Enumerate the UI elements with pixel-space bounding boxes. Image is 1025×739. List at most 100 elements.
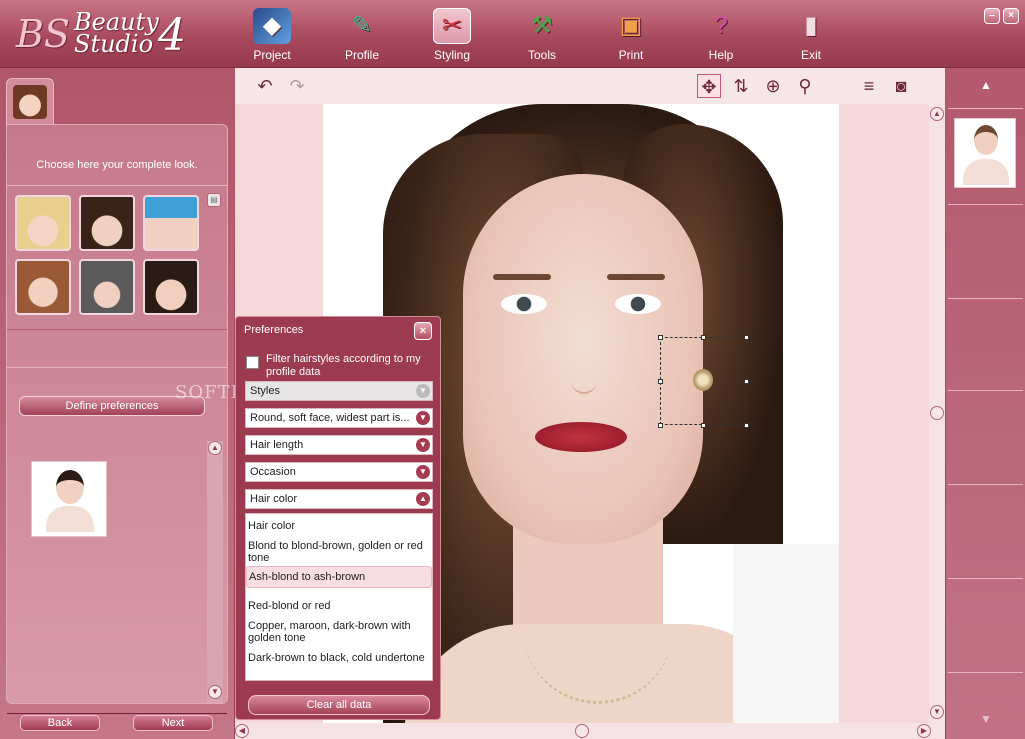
swap-icon[interactable]: ⇅ <box>729 74 753 98</box>
nav-exit-button[interactable]: ▮ Exit <box>781 6 841 64</box>
zoom-icon[interactable]: ⚲ <box>793 74 817 98</box>
hair-accessory-icon <box>145 261 197 313</box>
look-heading: Choose here your complete look. <box>36 159 198 171</box>
cap-icon <box>145 197 197 249</box>
hair-color-options-list: Hair color Blond to blond-brown, golden … <box>245 513 433 681</box>
filter-checkbox[interactable] <box>246 356 259 369</box>
nav-styling-button[interactable]: ✂ Styling <box>422 6 482 64</box>
scroll-thumb[interactable] <box>575 724 589 738</box>
list-item[interactable]: Copper, maroon, dark-brown with golden t… <box>246 620 432 644</box>
redo-icon[interactable]: ↷ <box>285 74 309 98</box>
chevron-down-icon: ▼ <box>416 411 430 425</box>
scroll-up-icon[interactable]: ▲ <box>976 78 996 92</box>
chevron-down-icon: ▼ <box>416 465 430 479</box>
canvas-vertical-scrollbar[interactable]: ▲ ▼ <box>929 104 945 723</box>
look-thumb-hairstyle[interactable] <box>15 195 71 251</box>
close-icon[interactable]: × <box>414 322 432 340</box>
thumb-head-icon <box>974 125 998 155</box>
logo-word-studio: Studio <box>74 30 154 58</box>
hair-length-dropdown[interactable]: Hair length ▼ <box>245 435 433 455</box>
chevron-down-icon: ▼ <box>416 438 430 452</box>
close-window-icon[interactable]: × <box>1003 8 1019 24</box>
list-item[interactable]: Blond to blond-brown, golden or red tone <box>246 540 432 564</box>
scroll-grid-icon[interactable]: ▤ <box>207 193 221 207</box>
face-shape-dropdown[interactable]: Round, soft face, widest part is... ▼ <box>245 408 433 428</box>
nav-print-button[interactable]: ▣ Print <box>601 6 661 64</box>
resize-handle[interactable] <box>658 335 663 340</box>
dropdown-value: Hair color <box>250 493 298 505</box>
minimize-icon[interactable]: – <box>984 8 1000 24</box>
list-item[interactable]: Dark-brown to black, cold undertone <box>246 652 432 664</box>
left-eye <box>501 294 547 314</box>
look-thumb-makeup[interactable] <box>15 259 71 315</box>
styles-dropdown: Styles ▼ <box>245 381 433 401</box>
scroll-up-icon[interactable]: ▲ <box>930 107 944 121</box>
nav-styling-label: Styling <box>433 48 471 62</box>
camera-icon[interactable]: ◙ <box>889 74 913 98</box>
makeup-icon <box>17 261 69 313</box>
hair-color-dropdown[interactable]: Hair color ▲ <box>245 489 433 509</box>
look-thumb-veil[interactable] <box>79 259 135 315</box>
move-icon[interactable]: ✥ <box>697 74 721 98</box>
resize-handle[interactable] <box>658 379 663 384</box>
divider <box>948 204 1023 205</box>
top-navigation-bar: BS Beauty Studio 4 ◆ Project ✎ Profile ✂… <box>0 0 1025 68</box>
divider <box>948 672 1023 673</box>
tools-icon: ⚒ <box>531 12 553 39</box>
scroll-down-icon[interactable]: ▼ <box>930 705 944 719</box>
scroll-up-icon[interactable]: ▲ <box>208 441 222 455</box>
left-eyebrow <box>493 274 551 280</box>
scroll-down-icon[interactable]: ▼ <box>208 685 222 699</box>
scroll-thumb[interactable] <box>930 406 944 420</box>
look-thumb-hat[interactable] <box>143 195 199 251</box>
menu-icon[interactable]: ≡ <box>857 74 881 98</box>
resize-handle[interactable] <box>701 423 706 428</box>
look-tab[interactable] <box>6 78 54 124</box>
look-thumb-accessory[interactable] <box>143 259 199 315</box>
occasion-dropdown[interactable]: Occasion ▼ <box>245 462 433 482</box>
scroll-down-icon[interactable]: ▼ <box>976 712 996 726</box>
veil-icon <box>81 261 133 313</box>
resize-handle[interactable] <box>701 335 706 340</box>
target-icon[interactable]: ⊕ <box>761 74 785 98</box>
list-item-selected[interactable]: Ash-blond to ash-brown <box>246 566 432 588</box>
look-thumb-glasses[interactable] <box>79 195 135 251</box>
profile-icon: ✎ <box>351 12 373 39</box>
right-panel: ▲ ▼ <box>946 68 1025 739</box>
current-model-thumbnail[interactable] <box>31 461 107 537</box>
glasses-icon <box>81 197 133 249</box>
project-icon: ◆ <box>253 8 291 44</box>
undo-icon[interactable]: ↶ <box>253 74 277 98</box>
next-button[interactable]: Next <box>133 715 213 731</box>
left-panel: Choose here your complete look. ▤ Define… <box>0 68 234 739</box>
original-photo-thumbnail[interactable] <box>954 118 1016 188</box>
scroll-right-icon[interactable]: ▶ <box>917 724 931 738</box>
divider <box>948 108 1023 109</box>
back-button[interactable]: Back <box>20 715 100 731</box>
nav-tools-button[interactable]: ⚒ Tools <box>512 6 572 64</box>
chevron-down-icon: ▼ <box>416 384 430 398</box>
left-scrollbar[interactable]: ▲ ▼ <box>207 441 223 703</box>
resize-handle[interactable] <box>744 335 749 340</box>
list-item[interactable]: Hair color <box>246 520 432 532</box>
nav-project-button[interactable]: ◆ Project <box>242 6 302 64</box>
canvas-horizontal-scrollbar[interactable]: ◀ ▶ <box>235 723 945 739</box>
selection-rectangle[interactable] <box>658 335 749 428</box>
nav-help-button[interactable]: ? Help <box>691 6 751 64</box>
face-avatar-icon <box>13 85 47 119</box>
dropdown-value: Styles <box>250 385 280 397</box>
canvas-toolbar: ↶ ↷ ✥ ⇅ ⊕ ⚲ ≡ ◙ <box>235 68 945 104</box>
clear-all-data-button[interactable]: Clear all data <box>248 695 430 715</box>
blond-hair-icon <box>17 197 69 249</box>
list-item[interactable]: Red-blond or red <box>246 600 432 612</box>
scroll-left-icon[interactable]: ◀ <box>235 724 249 738</box>
resize-handle[interactable] <box>744 423 749 428</box>
window-controls: – × <box>981 8 1019 24</box>
dropdown-value: Hair length <box>250 439 304 451</box>
thumb-shoulders-icon <box>963 159 1009 185</box>
resize-handle[interactable] <box>658 423 663 428</box>
look-chooser: Choose here your complete look. ▤ Define… <box>6 124 228 714</box>
resize-handle[interactable] <box>744 379 749 384</box>
nav-profile-button[interactable]: ✎ Profile <box>332 6 392 64</box>
nav-exit-label: Exit <box>800 48 821 62</box>
